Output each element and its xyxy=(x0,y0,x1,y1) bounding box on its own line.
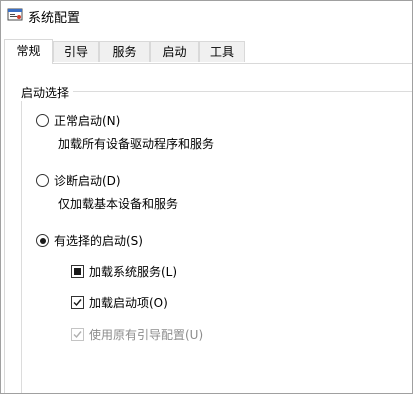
use-original-boot-config-label: 使用原有引导配置(U) xyxy=(89,328,204,342)
load-system-services-checkbox[interactable]: 加载系统服务(L) xyxy=(71,263,177,280)
diagnostic-startup-label[interactable]: 诊断启动(D) xyxy=(54,172,121,189)
msconfig-icon xyxy=(7,8,23,22)
selective-startup-label[interactable]: 有选择的启动(S) xyxy=(54,232,143,249)
window-title: 系统配置 xyxy=(28,11,81,26)
load-startup-items-checkbox[interactable]: 加载启动项(O) xyxy=(71,294,168,311)
use-original-boot-config-checkbox: 使用原有引导配置(U) xyxy=(71,326,203,343)
tab-services[interactable]: 服务 xyxy=(99,41,150,62)
load-system-services-check[interactable] xyxy=(71,265,84,278)
tab-tools[interactable]: 工具 xyxy=(199,41,245,62)
diagnostic-startup-description: 仅加载基本设备和服务 xyxy=(58,197,179,211)
diagnostic-startup-radio-button[interactable] xyxy=(36,174,49,187)
tab-strip: 常规 引导 服务 启动 工具 xyxy=(1,39,412,64)
tab-boot[interactable]: 引导 xyxy=(53,41,99,62)
normal-startup-label[interactable]: 正常启动(N) xyxy=(54,112,120,129)
system-configuration-window: 系统配置 常规 引导 服务 启动 工具 启动选择 正常启动(N) 加载所有设备驱… xyxy=(0,0,413,394)
tab-general[interactable]: 常规 xyxy=(4,39,53,64)
startup-selection-title: 启动选择 xyxy=(18,84,74,101)
selective-startup-radio-button[interactable] xyxy=(36,234,49,247)
load-system-services-label[interactable]: 加载系统服务(L) xyxy=(89,263,177,280)
diagnostic-startup-radio[interactable]: 诊断启动(D) xyxy=(36,172,121,189)
normal-startup-radio-button[interactable] xyxy=(36,114,49,127)
load-startup-items-check[interactable] xyxy=(71,296,84,309)
normal-startup-radio[interactable]: 正常启动(N) xyxy=(36,112,120,129)
load-startup-items-label[interactable]: 加载启动项(O) xyxy=(89,294,168,311)
checkmark-icon xyxy=(73,331,82,339)
title-bar[interactable]: 系统配置 xyxy=(1,1,412,31)
general-tab-panel: 启动选择 正常启动(N) 加载所有设备驱动程序和服务 诊断启动(D) 仅加载基本… xyxy=(4,63,412,393)
checkmark-icon xyxy=(73,299,82,307)
use-original-boot-config-check xyxy=(71,328,84,341)
normal-startup-description: 加载所有设备驱动程序和服务 xyxy=(58,137,215,151)
selective-startup-radio[interactable]: 有选择的启动(S) xyxy=(36,232,143,249)
tab-startup[interactable]: 启动 xyxy=(150,41,199,62)
